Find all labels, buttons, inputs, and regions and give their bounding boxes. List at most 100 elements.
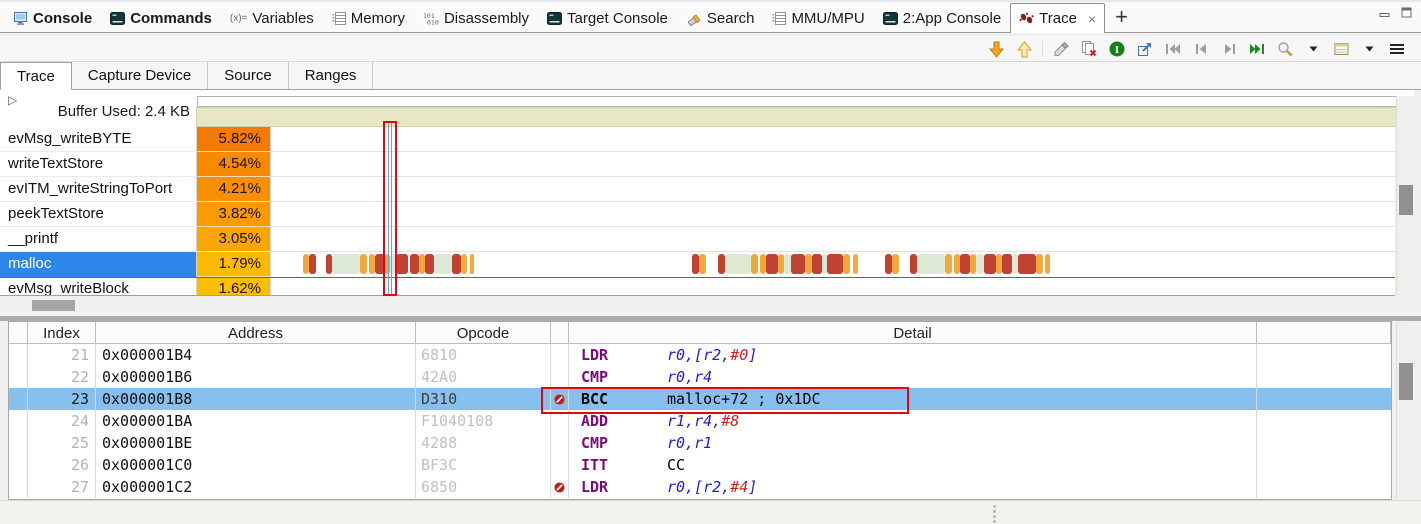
tab-mmu-mpu[interactable]: MMU/MPU xyxy=(763,3,873,33)
timeline-ruler[interactable] xyxy=(197,96,1413,107)
function-percent: 4.21% xyxy=(196,177,270,202)
operand: #4 xyxy=(730,478,748,496)
minimize-icon[interactable] xyxy=(1379,7,1391,18)
maximize-icon[interactable] xyxy=(1401,7,1413,18)
clear-log-icon[interactable] xyxy=(1079,39,1099,59)
tab-disassembly[interactable]: 101010Disassembly xyxy=(414,3,538,33)
table-row[interactable]: 220x000001B642A0CMPr0,r4 xyxy=(9,366,1391,388)
mnemonic: LDR xyxy=(581,476,667,498)
address-cell: 0x000001C0 xyxy=(96,454,416,476)
table-row[interactable]: 230x000001B8D310BCCmalloc+72 ; 0x1DC xyxy=(9,388,1391,410)
row-gutter xyxy=(9,366,28,388)
tab-memory[interactable]: Memory xyxy=(323,3,414,33)
timeline-horizontal-scrollbar[interactable] xyxy=(0,296,1421,316)
tab-target-console[interactable]: Target Console xyxy=(538,3,677,33)
scrollbar-thumb[interactable] xyxy=(1399,363,1413,400)
function-name: malloc xyxy=(0,252,196,277)
scrollbar-thumb[interactable] xyxy=(32,300,75,311)
splitter-grip[interactable] xyxy=(993,505,996,523)
view-menu-icon[interactable] xyxy=(1387,39,1407,59)
tab-trace[interactable]: Trace× xyxy=(1010,3,1105,33)
subtab-trace[interactable]: Trace xyxy=(0,62,72,90)
export-icon[interactable] xyxy=(1135,39,1155,59)
timeline-heatmap-cluster[interactable] xyxy=(885,254,1050,274)
timeline-cursor[interactable] xyxy=(383,121,397,296)
subtab-ranges[interactable]: Ranges xyxy=(289,62,374,89)
heatmap-segment xyxy=(853,254,858,274)
info-icon[interactable]: I xyxy=(1107,39,1127,59)
tab-label: 2:App Console xyxy=(903,10,1001,27)
heatmap-segment xyxy=(706,254,718,274)
main-tab-bar: ConsoleCommands(x)=VariablesMemory101010… xyxy=(0,0,1421,33)
window-buttons xyxy=(1379,7,1413,18)
tab-console[interactable]: Console xyxy=(4,3,101,33)
operand: ] xyxy=(748,478,757,496)
heatmap-segment xyxy=(316,254,326,274)
trace-timeline-panel[interactable]: evMsg_writeBYTE5.82%writeTextStore4.54%e… xyxy=(0,127,1395,296)
table-icon[interactable] xyxy=(1331,39,1351,59)
new-tab-button[interactable]: + xyxy=(1105,2,1138,32)
heatmap-segment xyxy=(1036,254,1043,274)
eraser-icon[interactable] xyxy=(1051,39,1071,59)
chevron-down-icon[interactable] xyxy=(1359,39,1379,59)
zoom-icon[interactable] xyxy=(1275,39,1295,59)
table-body: 210x000001B46810LDRr0,[r2,#0]220x000001B… xyxy=(9,344,1391,498)
column-divider xyxy=(196,127,197,296)
tab-label: Variables xyxy=(252,10,313,27)
scrollbar-thumb[interactable] xyxy=(1399,185,1413,215)
table-row[interactable]: 250x000001BE4288CMPr0,r1 xyxy=(9,432,1391,454)
subtab-label: Ranges xyxy=(305,67,357,84)
function-row[interactable]: evITM_writeStringToPort4.21% xyxy=(0,177,1395,202)
buffer-usage-band[interactable] xyxy=(196,107,1414,127)
opcode-cell: 6810 xyxy=(416,344,551,366)
table-row[interactable]: 240x000001BAF1040108ADDr1,r4,#8 xyxy=(9,410,1391,432)
heatmap-segment xyxy=(1045,254,1050,274)
detail-cell: LDRr0,[r2,#4] xyxy=(569,476,1257,498)
timeline-vertical-scrollbar[interactable] xyxy=(1396,96,1414,295)
heatmap-segment xyxy=(945,254,952,274)
operand: CC xyxy=(667,456,685,474)
subtab-capture-device[interactable]: Capture Device xyxy=(72,62,208,89)
function-row[interactable]: evMsg_writeBYTE5.82% xyxy=(0,127,1395,152)
row-extra xyxy=(1257,432,1391,454)
row-extra xyxy=(1257,366,1391,388)
header-detail: Detail xyxy=(569,322,1257,343)
memory-icon xyxy=(332,12,346,25)
function-row[interactable]: __printf3.05% xyxy=(0,227,1395,252)
chevron-down-icon[interactable] xyxy=(1303,39,1323,59)
opcode-cell: D310 xyxy=(416,388,551,410)
step-forward-icon[interactable] xyxy=(1219,39,1239,59)
buffer-used-label: Buffer Used: 2.4 KB xyxy=(0,103,190,120)
trace-header: ▷ Buffer Used: 2.4 KB xyxy=(0,90,1421,127)
down-arrow-icon[interactable] xyxy=(986,39,1006,59)
tab-search[interactable]: Search xyxy=(677,3,764,33)
skip-first-icon[interactable] xyxy=(1163,39,1183,59)
step-back-icon[interactable] xyxy=(1191,39,1211,59)
up-arrow-icon[interactable] xyxy=(1014,39,1034,59)
terminal-icon xyxy=(547,12,562,25)
tab-commands[interactable]: Commands xyxy=(101,3,221,33)
bottom-splitter-area xyxy=(0,500,1421,524)
header-extra xyxy=(1257,322,1391,343)
table-row[interactable]: 260x000001C0BF3CITTCC xyxy=(9,454,1391,476)
heatmap-segment xyxy=(827,254,843,274)
heatmap-segment xyxy=(892,254,899,274)
address-cell: 0x000001B8 xyxy=(96,388,416,410)
table-header: IndexAddressOpcodeDetail xyxy=(9,321,1391,344)
timeline-heatmap-cluster[interactable] xyxy=(692,254,858,274)
tab-2-app-console[interactable]: 2:App Console xyxy=(874,3,1010,33)
skip-last-icon[interactable] xyxy=(1247,39,1267,59)
tab-variables[interactable]: (x)=Variables xyxy=(221,3,323,33)
subtab-source[interactable]: Source xyxy=(208,62,289,89)
mnemonic: ADD xyxy=(581,410,667,432)
table-row[interactable]: 270x000001C26850LDRr0,[r2,#4] xyxy=(9,476,1391,498)
function-row[interactable]: peekTextStore3.82% xyxy=(0,202,1395,227)
index-cell: 25 xyxy=(28,432,96,454)
table-row[interactable]: 210x000001B46810LDRr0,[r2,#0] xyxy=(9,344,1391,366)
close-tab-icon[interactable]: × xyxy=(1088,11,1096,27)
function-row[interactable]: writeTextStore4.54% xyxy=(0,152,1395,177)
function-row[interactable]: evMsg_writeBlock1.62% xyxy=(0,277,1395,296)
table-vertical-scrollbar[interactable] xyxy=(1396,322,1414,499)
function-name: evMsg_writeBlock xyxy=(0,277,196,296)
index-cell: 21 xyxy=(28,344,96,366)
